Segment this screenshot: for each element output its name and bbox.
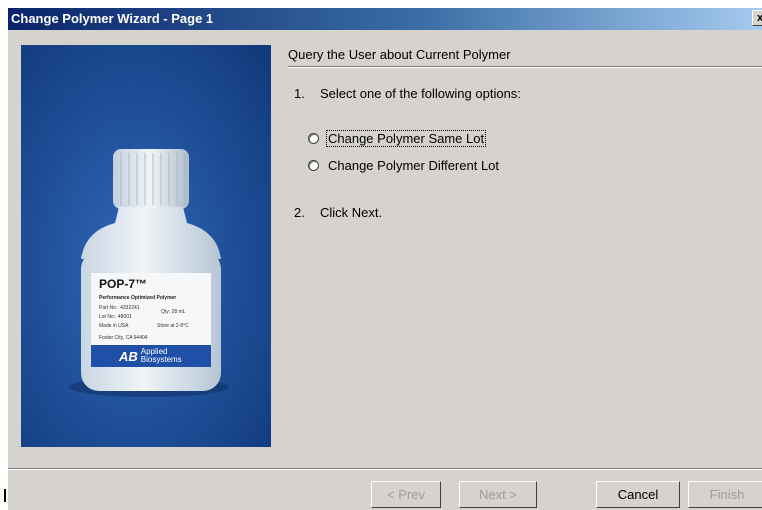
label-city: Foster City, CA 94404 xyxy=(99,335,148,341)
page-header: Query the User about Current Polymer xyxy=(288,47,511,62)
step-1-text: Select one of the following options: xyxy=(320,86,521,101)
logo-text-biosystems: Biosystems xyxy=(140,355,182,364)
next-button[interactable]: Next > xyxy=(459,481,537,508)
option-different-lot-label[interactable]: Change Polymer Different Lot xyxy=(327,158,500,173)
label-part-no: Part No.: 4332241 xyxy=(99,305,140,311)
header-divider xyxy=(288,66,762,68)
label-brand: POP-7™ xyxy=(99,277,148,291)
close-icon: x xyxy=(756,12,762,24)
option-different-lot[interactable]: Change Polymer Different Lot xyxy=(308,156,500,174)
step-1: 1. Select one of the following options: xyxy=(294,86,521,101)
label-lot-no: Lot No.: 48001 xyxy=(99,314,132,320)
step-2: 2. Click Next. xyxy=(294,205,382,220)
label-product: Performance Optimized Polymer xyxy=(99,295,177,301)
radio-different-lot[interactable] xyxy=(308,159,319,171)
finish-button[interactable]: Finish xyxy=(688,481,762,508)
wizard-window: Change Polymer Wizard - Page 1 x POP-7™ … xyxy=(8,8,762,510)
applied-biosystems-logo: AB Applied Biosystems xyxy=(119,348,182,364)
close-button[interactable]: x xyxy=(752,10,762,26)
polymer-bottle-image: POP-7™ Performance Optimized Polymer Par… xyxy=(21,45,271,447)
prev-button[interactable]: < Prev xyxy=(371,481,441,508)
label-store: Store at 2-8°C xyxy=(157,323,189,329)
step-2-text: Click Next. xyxy=(320,205,383,220)
title-bar[interactable]: Change Polymer Wizard - Page 1 x xyxy=(8,8,762,30)
text-cursor-mark xyxy=(4,489,6,502)
window-title: Change Polymer Wizard - Page 1 xyxy=(11,11,214,26)
option-same-lot[interactable]: Change Polymer Same Lot xyxy=(308,129,487,147)
logo-mark: AB xyxy=(119,348,138,364)
bottle-illustration xyxy=(21,45,271,447)
label-qty: Qty: 28 mL xyxy=(161,309,186,315)
option-same-lot-label[interactable]: Change Polymer Same Lot xyxy=(325,129,487,147)
step-1-number: 1. xyxy=(294,86,305,101)
cancel-button[interactable]: Cancel xyxy=(596,481,680,508)
radio-same-lot[interactable] xyxy=(308,132,319,144)
label-made-in: Made in USA xyxy=(99,323,129,329)
step-2-number: 2. xyxy=(294,205,305,220)
button-bar-divider xyxy=(8,468,762,470)
